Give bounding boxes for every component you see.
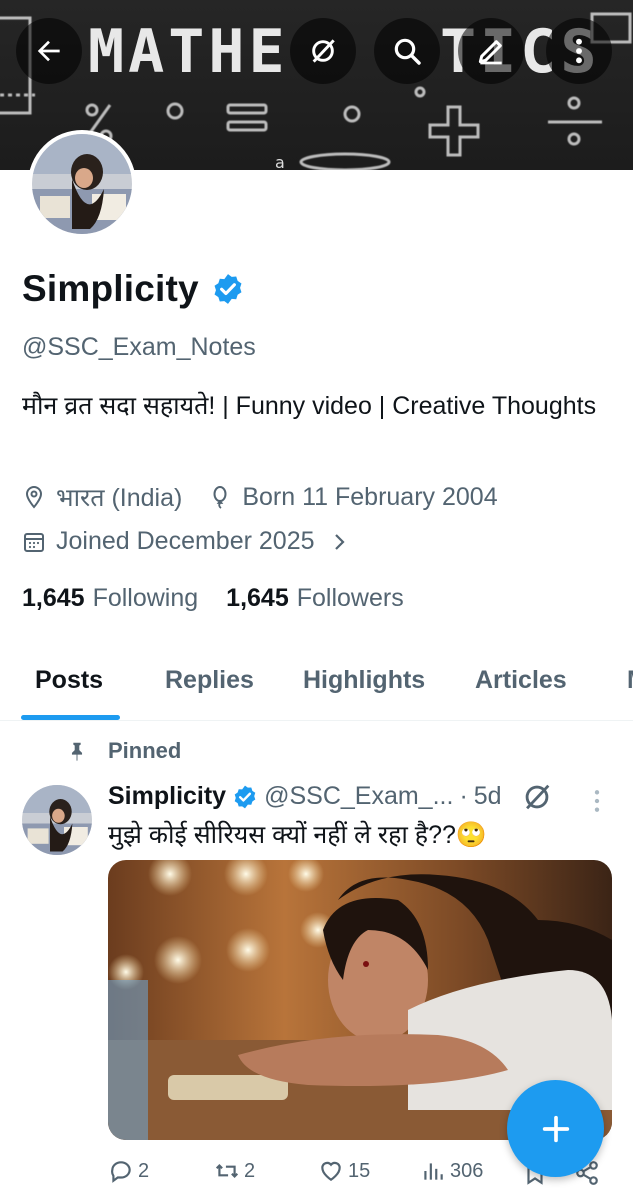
back-arrow-icon	[37, 40, 60, 62]
profile-tabs: Posts Replies Highlights Articles M	[0, 648, 633, 721]
following-label[interactable]: Following	[93, 584, 199, 613]
tab-articles[interactable]: Articles	[475, 666, 567, 695]
profile-handle: @SSC_Exam_Notes	[22, 333, 256, 361]
like-action[interactable]: 15	[318, 1158, 370, 1184]
joined-row[interactable]: Joined December 2025	[22, 527, 361, 556]
tweet-author-name[interactable]: Simplicity	[108, 782, 226, 811]
location-text: भारत (India)	[56, 484, 183, 512]
views-bar-chart-icon	[424, 1163, 443, 1180]
tweet-avatar[interactable]	[22, 785, 92, 855]
separator-dot: ·	[459, 782, 468, 810]
pin-icon	[71, 742, 83, 762]
tweet-more-icon[interactable]	[590, 788, 604, 814]
tweet-text: मुझे कोई सीरियस क्यों नहीं ले रहा है??🙄	[108, 821, 488, 849]
repost-count: 2	[244, 1159, 256, 1182]
reply-count: 2	[138, 1159, 150, 1182]
avatar-image	[32, 134, 132, 234]
calendar-icon	[24, 532, 44, 552]
heart-icon	[321, 1161, 341, 1181]
more-button[interactable]	[546, 18, 612, 84]
profile-bio: मौन व्रत सदा सहायते! | Funny video | Cre…	[22, 392, 597, 420]
grok-icon[interactable]	[520, 780, 554, 814]
verified-badge-icon[interactable]	[211, 272, 245, 306]
tweet-avatar-image	[22, 785, 92, 855]
tab-highlights[interactable]: Highlights	[303, 666, 425, 695]
followers-label[interactable]: Followers	[297, 584, 404, 613]
views-count: 306	[450, 1159, 484, 1182]
followers-count[interactable]: 1,645	[226, 584, 289, 613]
reply-action[interactable]: 2	[108, 1158, 149, 1184]
more-vertical-icon	[576, 38, 582, 64]
like-count: 15	[348, 1159, 371, 1182]
joined-text: Joined December 2025	[56, 527, 315, 555]
active-tab-indicator	[21, 715, 120, 720]
tab-media[interactable]: M	[627, 666, 633, 695]
tweet-header: Simplicity @SSC_Exam_... · 5d	[108, 782, 502, 811]
banner-text-left: MATHE	[88, 17, 289, 87]
search-icon	[394, 38, 421, 65]
tweet-author-handle[interactable]: @SSC_Exam_...	[264, 782, 453, 811]
edit-icon	[478, 40, 502, 65]
edit-button[interactable]	[458, 18, 524, 84]
search-button[interactable]	[374, 18, 440, 84]
profile-meta-row: भारत (India) Born 11 February 2004	[22, 480, 524, 514]
back-button[interactable]	[16, 18, 82, 84]
birthday-item: Born 11 February 2004	[208, 482, 498, 512]
location-pin-icon	[25, 485, 43, 509]
chevron-right-icon	[334, 533, 345, 550]
balloon-icon	[213, 486, 227, 509]
profile-name-row: Simplicity	[22, 268, 245, 310]
tab-replies[interactable]: Replies	[165, 666, 254, 695]
svg-text:a: a	[275, 153, 285, 170]
profile-name: Simplicity	[22, 268, 199, 309]
grok-button[interactable]	[290, 18, 356, 84]
plus-icon	[542, 1115, 569, 1142]
repost-action[interactable]: 2	[214, 1158, 255, 1184]
repost-icon	[215, 1164, 239, 1178]
location-item: भारत (India)	[22, 480, 182, 514]
pinned-label-row: Pinned	[66, 738, 181, 764]
profile-avatar[interactable]	[28, 130, 136, 238]
following-count[interactable]: 1,645	[22, 584, 85, 613]
pinned-label: Pinned	[108, 738, 182, 763]
compose-post-button[interactable]	[507, 1080, 604, 1177]
tab-posts[interactable]: Posts	[35, 666, 103, 695]
birthday-text: Born 11 February 2004	[242, 482, 498, 511]
views-action[interactable]: 306	[420, 1158, 483, 1184]
tweet-timestamp[interactable]: 5d	[474, 782, 502, 811]
follow-stats: 1,645 Following 1,645 Followers	[22, 584, 432, 613]
verified-badge-icon	[234, 785, 256, 808]
grok-icon	[312, 39, 335, 63]
reply-icon	[111, 1161, 131, 1183]
